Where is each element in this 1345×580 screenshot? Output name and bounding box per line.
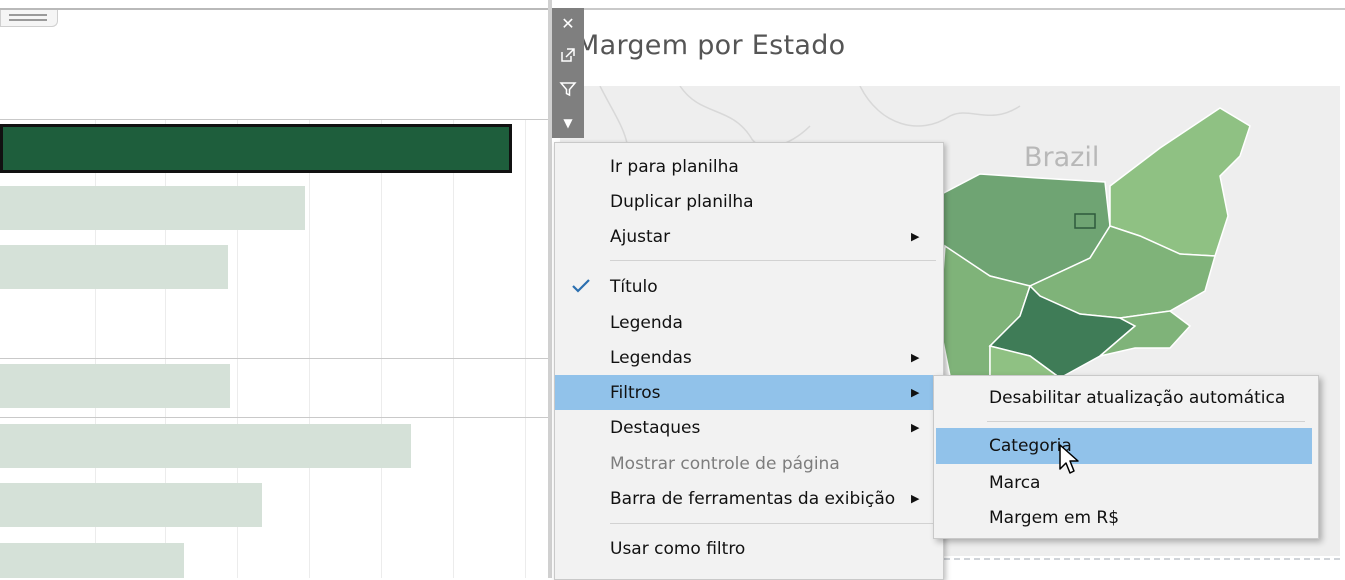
- gridline: [381, 120, 382, 578]
- map-title: Margem por Estado: [576, 30, 846, 61]
- submenu-arrow-icon: ▶: [911, 421, 920, 434]
- menu-item-duplicar-planilha[interactable]: Duplicar planilha: [555, 184, 941, 219]
- submenu-arrow-icon: ▶: [911, 351, 920, 364]
- row-separator: [0, 358, 552, 359]
- bar[interactable]: [0, 364, 230, 408]
- gridline: [525, 120, 526, 578]
- menu-item-usar-como-filtro[interactable]: Usar como filtro: [555, 531, 941, 566]
- bar[interactable]: [0, 186, 305, 230]
- bar[interactable]: [0, 424, 411, 468]
- menu-item-ir-para-planilha[interactable]: Ir para planilha: [555, 149, 941, 184]
- menu-item-ajustar[interactable]: Ajustar ▶: [555, 219, 941, 254]
- menu-item-label: Duplicar planilha: [610, 191, 754, 212]
- state-border-outline: [679, 86, 811, 148]
- submenu-item-marca[interactable]: Marca: [936, 465, 1312, 501]
- bar-selected[interactable]: [0, 124, 512, 173]
- country-label: Brazil: [1024, 142, 1100, 173]
- submenu-arrow-icon: ▶: [911, 386, 920, 399]
- bar[interactable]: [0, 543, 184, 578]
- menu-item-label: Destaques: [610, 417, 701, 438]
- menu-separator: [610, 260, 936, 261]
- submenu-arrow-icon: ▶: [911, 230, 920, 243]
- dropdown-arrow-icon[interactable]: ▼: [552, 108, 584, 138]
- menu-item-label: Usar como filtro: [610, 538, 746, 559]
- gridline: [453, 120, 454, 578]
- menu-item-legendas[interactable]: Legendas ▶: [555, 340, 941, 375]
- menu-item-label: Barra de ferramentas da exibição: [610, 488, 896, 509]
- submenu-item-margem-em-rs[interactable]: Margem em R$: [936, 500, 1312, 536]
- gridline: [309, 120, 310, 578]
- map-bottom-dashline: [944, 558, 1340, 560]
- sheet-toolbar: ✕ ▼: [552, 8, 584, 138]
- bar-chart-pane: [0, 0, 552, 578]
- menu-item-barra-de-ferramentas[interactable]: Barra de ferramentas da exibição ▶: [555, 481, 941, 516]
- menu-item-legenda[interactable]: Legenda: [555, 305, 941, 340]
- bar[interactable]: [0, 245, 228, 289]
- filters-submenu: Desabilitar atualização automática Categ…: [933, 375, 1319, 539]
- mouse-pointer-icon: [1059, 444, 1079, 474]
- menu-separator: [610, 523, 936, 524]
- submenu-item-label: Margem em R$: [989, 508, 1120, 528]
- menu-item-titulo[interactable]: Título: [555, 269, 941, 304]
- bar[interactable]: [0, 483, 262, 527]
- menu-item-filtros[interactable]: Filtros ▶: [555, 375, 941, 410]
- menu-item-label: Ir para planilha: [610, 156, 739, 177]
- open-external-icon[interactable]: [552, 40, 584, 70]
- submenu-item-desabilitar-atualizacao[interactable]: Desabilitar atualização automática: [936, 380, 1312, 416]
- row-separator: [0, 417, 552, 418]
- filter-icon[interactable]: [552, 74, 584, 104]
- menu-item-label: Filtros: [610, 382, 661, 403]
- row-separator: [0, 119, 552, 120]
- pane-top-border: [584, 8, 1345, 10]
- submenu-item-label: Marca: [989, 473, 1041, 493]
- menu-separator: [987, 421, 1305, 422]
- submenu-item-categoria[interactable]: Categoria: [936, 428, 1312, 464]
- submenu-arrow-icon: ▶: [911, 492, 920, 505]
- menu-item-destaques[interactable]: Destaques ▶: [555, 410, 941, 445]
- close-icon[interactable]: ✕: [552, 8, 584, 38]
- menu-item-label: Legenda: [610, 312, 683, 333]
- menu-item-label: Mostrar controle de página: [610, 453, 840, 474]
- checkmark-icon: [572, 279, 590, 293]
- state-border-outline: [859, 86, 1021, 127]
- menu-item-mostrar-controle-de-pagina: Mostrar controle de página: [555, 446, 941, 481]
- menu-item-label: Título: [610, 276, 658, 297]
- menu-item-label: Ajustar: [610, 226, 671, 247]
- context-menu: Ir para planilha Duplicar planilha Ajust…: [554, 142, 944, 580]
- pane-drag-handle[interactable]: [0, 10, 58, 27]
- menu-item-label: Legendas: [610, 347, 692, 368]
- pane-top-border: [0, 8, 552, 10]
- submenu-item-label: Desabilitar atualização automática: [989, 388, 1286, 408]
